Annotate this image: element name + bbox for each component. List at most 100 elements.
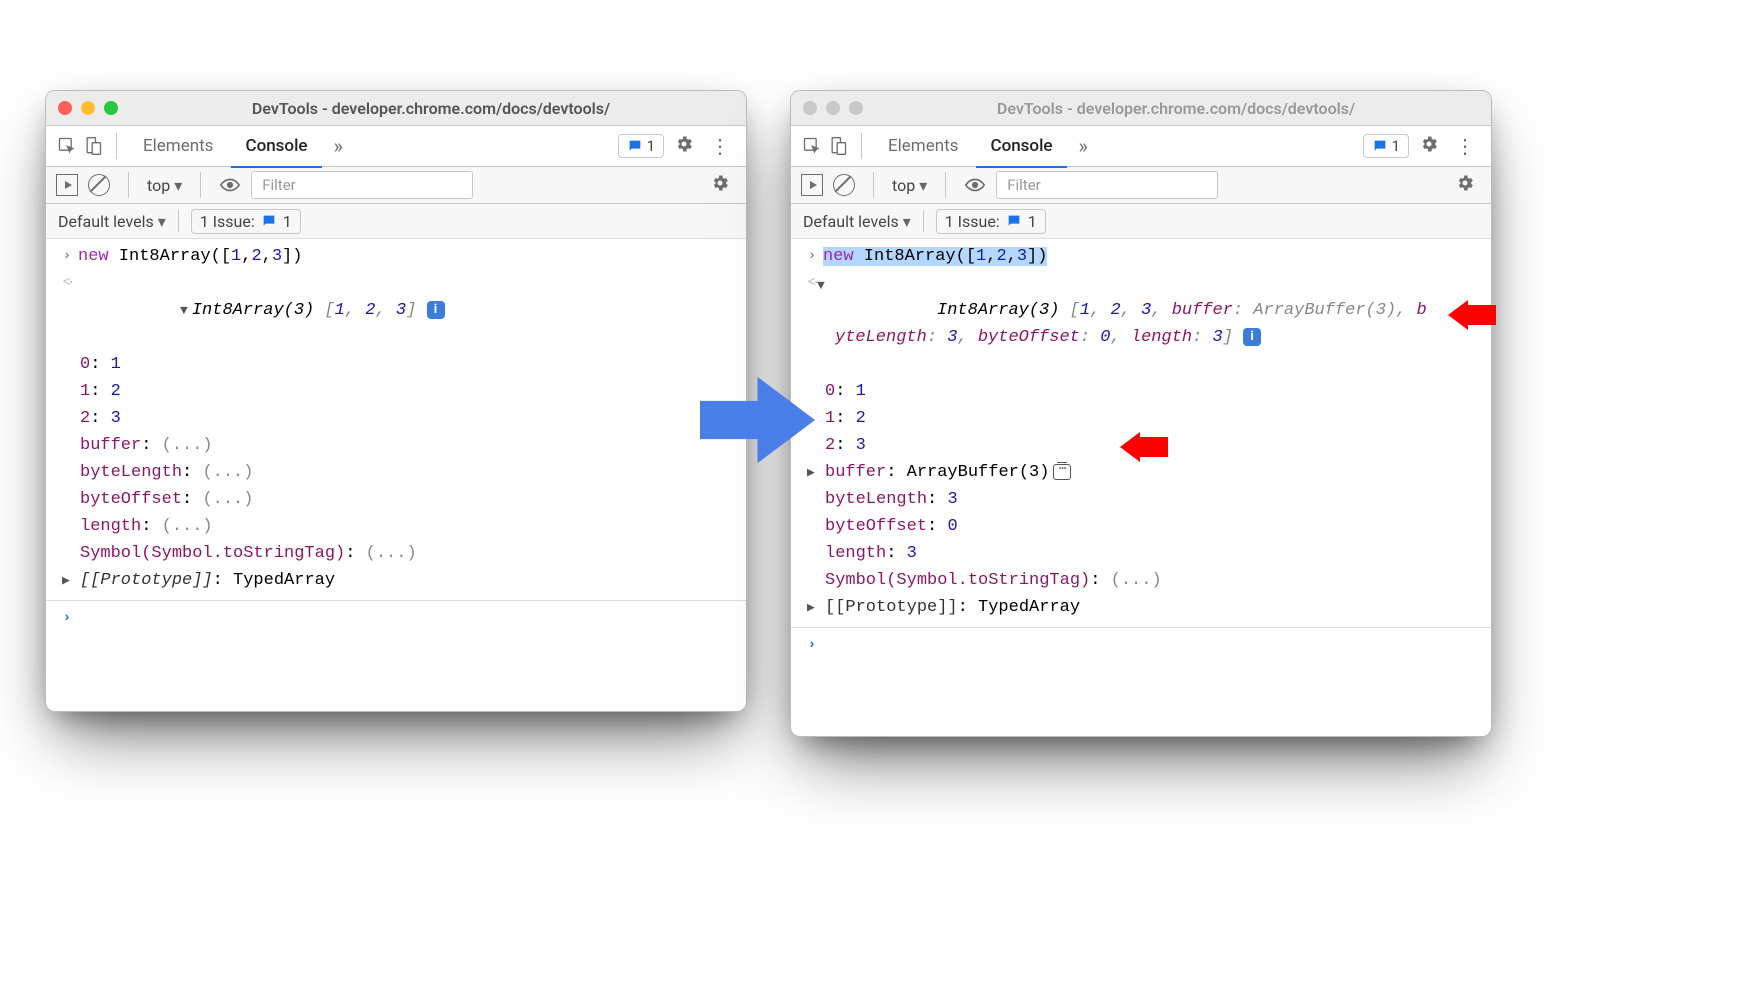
kebab-icon[interactable]: ⋮ (704, 134, 736, 158)
more-tabs-icon[interactable]: » (326, 134, 351, 158)
traffic-lights (803, 101, 863, 115)
property-row[interactable]: byteLength: (...) (80, 459, 746, 486)
console-prompt-row[interactable]: › (46, 600, 746, 632)
property-row[interactable]: byteOffset: 0 (825, 513, 1491, 540)
clear-console-icon[interactable] (88, 174, 110, 196)
issues-badge-count: 1 (1028, 212, 1037, 231)
issues-pill[interactable]: 1 Issue: 1 (191, 209, 301, 234)
minimize-icon[interactable] (81, 101, 95, 115)
tabs-bar: Elements Console » 1 ⋮ (46, 126, 746, 167)
tab-elements[interactable]: Elements (129, 126, 227, 166)
context-selector[interactable]: top (892, 176, 927, 195)
issues-label: 1 Issue: (200, 212, 255, 231)
separator (128, 172, 129, 198)
prompt-icon: › (56, 605, 78, 632)
disclosure-open-icon[interactable] (180, 303, 188, 318)
object-tree-continued: byteLength: 3byteOffset: 0length: 3Symbo… (791, 486, 1491, 594)
issues-label: 1 Issue: (945, 212, 1000, 231)
info-badge-icon[interactable] (1243, 328, 1261, 346)
console-toolbar: top Filter (791, 167, 1491, 204)
sidebar-toggle-icon[interactable] (56, 174, 78, 196)
memory-icon[interactable] (1053, 464, 1071, 480)
titlebar: DevTools - developer.chrome.com/docs/dev… (46, 91, 746, 126)
prompt-icon: › (56, 243, 78, 270)
separator (923, 210, 924, 232)
info-badge-icon[interactable] (427, 301, 445, 319)
separator (178, 210, 179, 232)
prototype-row[interactable]: [[Prototype]]: TypedArray (80, 567, 746, 594)
issues-badge-count: 1 (283, 212, 292, 231)
console-settings-icon[interactable] (704, 173, 736, 198)
disclosure-closed-icon[interactable] (807, 594, 815, 621)
callout-arrow-icon (1120, 432, 1168, 466)
close-icon[interactable] (803, 101, 817, 115)
filter-input[interactable]: Filter (251, 171, 473, 199)
console-input-row: › new Int8Array([1,2,3]) (46, 243, 746, 270)
issues-chip[interactable]: 1 (1363, 134, 1409, 158)
more-tabs-icon[interactable]: » (1071, 134, 1096, 158)
object-tree: 0: 11: 22: 3buffer: (...)byteLength: (..… (46, 351, 746, 567)
maximize-icon[interactable] (104, 101, 118, 115)
console-input-code[interactable]: new Int8Array([1,2,3]) (823, 243, 1481, 270)
gear-icon[interactable] (1413, 134, 1445, 159)
log-levels-selector[interactable]: Default levels (58, 212, 166, 231)
filter-input[interactable]: Filter (996, 171, 1218, 199)
tab-console[interactable]: Console (976, 126, 1066, 168)
sidebar-toggle-icon[interactable] (801, 174, 823, 196)
separator (873, 172, 874, 198)
maximize-icon[interactable] (849, 101, 863, 115)
device-toggle-icon[interactable] (827, 135, 849, 157)
separator (861, 133, 862, 159)
window-title: DevTools - developer.chrome.com/docs/dev… (128, 99, 734, 118)
console-result-row: Int8Array(3) [1, 2, 3, buffer: ArrayBuff… (791, 270, 1491, 378)
gear-icon[interactable] (668, 134, 700, 159)
prompt-icon: › (801, 632, 823, 659)
result-summary[interactable]: Int8Array(3) [1, 2, 3] (78, 270, 736, 351)
live-expression-icon[interactable] (964, 174, 986, 196)
log-levels-selector[interactable]: Default levels (803, 212, 911, 231)
property-row[interactable]: 1: 2 (80, 378, 746, 405)
console-toolbar: top Filter (46, 167, 746, 204)
disclosure-open-icon[interactable] (817, 272, 825, 299)
result-summary[interactable]: Int8Array(3) [1, 2, 3, buffer: ArrayBuff… (823, 270, 1481, 378)
property-row[interactable]: byteOffset: (...) (80, 486, 746, 513)
prompt-icon: › (801, 243, 823, 270)
property-row[interactable]: 2: 3 (80, 405, 746, 432)
devtools-window-before: DevTools - developer.chrome.com/docs/dev… (45, 90, 747, 712)
disclosure-closed-icon[interactable] (62, 567, 70, 594)
separator (200, 172, 201, 198)
console-settings-icon[interactable] (1449, 173, 1481, 198)
property-row[interactable]: 1: 2 (825, 405, 1491, 432)
inspect-icon[interactable] (801, 135, 823, 157)
issues-chip[interactable]: 1 (618, 134, 664, 158)
console-filters-bar: Default levels 1 Issue: 1 (791, 204, 1491, 239)
property-row[interactable]: 0: 1 (80, 351, 746, 378)
property-row[interactable]: Symbol(Symbol.toStringTag): (...) (80, 540, 746, 567)
property-row[interactable]: length: 3 (825, 540, 1491, 567)
titlebar: DevTools - developer.chrome.com/docs/dev… (791, 91, 1491, 126)
console-input-code[interactable]: new Int8Array([1,2,3]) (78, 243, 736, 270)
live-expression-icon[interactable] (219, 174, 241, 196)
minimize-icon[interactable] (826, 101, 840, 115)
property-row[interactable]: byteLength: 3 (825, 486, 1491, 513)
traffic-lights (58, 101, 118, 115)
console-prompt-row[interactable]: › (791, 627, 1491, 659)
tree-proto-row: [[Prototype]]: TypedArray (791, 594, 1491, 621)
console-output: › new Int8Array([1,2,3]) Int8Array(3) [1… (46, 239, 746, 632)
property-row[interactable]: buffer: (...) (80, 432, 746, 459)
inspect-icon[interactable] (56, 135, 78, 157)
kebab-icon[interactable]: ⋮ (1449, 134, 1481, 158)
tab-console[interactable]: Console (231, 126, 321, 168)
property-row[interactable]: 0: 1 (825, 378, 1491, 405)
property-row[interactable]: length: (...) (80, 513, 746, 540)
context-selector[interactable]: top (147, 176, 182, 195)
close-icon[interactable] (58, 101, 72, 115)
tab-elements[interactable]: Elements (874, 126, 972, 166)
tabs-bar: Elements Console » 1 ⋮ (791, 126, 1491, 167)
prototype-row[interactable]: [[Prototype]]: TypedArray (825, 594, 1491, 621)
clear-console-icon[interactable] (833, 174, 855, 196)
device-toggle-icon[interactable] (82, 135, 104, 157)
issues-pill[interactable]: 1 Issue: 1 (936, 209, 1046, 234)
console-input-row: › new Int8Array([1,2,3]) (791, 243, 1491, 270)
property-row[interactable]: Symbol(Symbol.toStringTag): (...) (825, 567, 1491, 594)
